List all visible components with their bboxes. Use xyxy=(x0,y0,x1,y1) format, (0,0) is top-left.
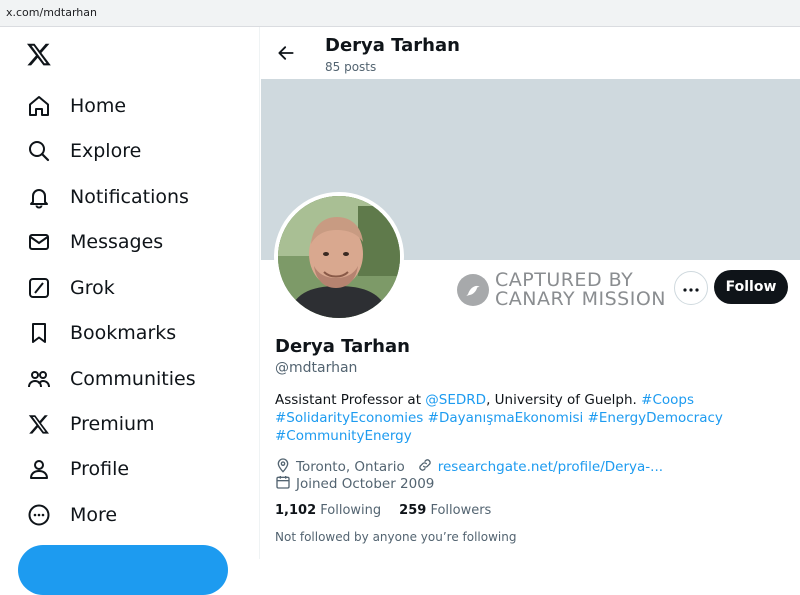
sidebar-item-notifications[interactable]: Notifications xyxy=(26,181,189,213)
x-logo-icon[interactable] xyxy=(26,41,56,71)
bio-text: Assistant Professor at xyxy=(275,392,426,408)
followers-link[interactable]: 259 Followers xyxy=(399,503,491,518)
sidebar-item-label: More xyxy=(70,504,118,526)
sidebar-item-label: Bookmarks xyxy=(70,322,177,344)
back-arrow-icon[interactable] xyxy=(276,43,296,63)
bookmark-icon xyxy=(26,320,52,346)
sidebar-item-grok[interactable]: Grok xyxy=(26,272,115,304)
sidebar-item-profile[interactable]: Profile xyxy=(26,453,129,485)
following-link[interactable]: 1,102 Following xyxy=(275,503,381,518)
sidebar-item-bookmarks[interactable]: Bookmarks xyxy=(26,317,176,349)
people-icon xyxy=(26,366,52,392)
avatar[interactable] xyxy=(274,192,404,322)
header-name: Derya Tarhan xyxy=(325,35,460,56)
person-icon xyxy=(26,456,52,482)
profile-header: Derya Tarhan 85 posts xyxy=(260,27,800,79)
grok-icon xyxy=(26,275,52,301)
following-label: Following xyxy=(320,503,382,518)
profile-joined-date: Joined October 2009 xyxy=(296,476,435,492)
sidebar-item-communities[interactable]: Communities xyxy=(26,363,196,395)
canary-bird-icon xyxy=(457,274,489,306)
bio-text: , University of Guelph. xyxy=(486,392,642,408)
more-circle-icon xyxy=(26,502,52,528)
profile-location: Toronto, Ontario xyxy=(296,459,405,475)
profile-website-link[interactable]: researchgate.net/profile/Derya-... xyxy=(438,459,663,475)
bio-mention-link[interactable]: @SEDRD xyxy=(425,392,486,408)
hashtag-link[interactable]: #CommunityEnergy xyxy=(275,428,412,444)
following-count: 1,102 xyxy=(275,503,317,518)
sidebar-item-label: Home xyxy=(70,95,127,117)
hashtag-link[interactable]: #EnergyDemocracy xyxy=(588,410,723,426)
ellipsis-icon xyxy=(683,279,699,297)
header-post-count: 85 posts xyxy=(325,60,377,74)
profile-handle: @mdtarhan xyxy=(275,360,358,376)
profile-name: Derya Tarhan xyxy=(275,336,410,357)
stamp-line-2: CANARY MISSION xyxy=(495,288,666,310)
sidebar-item-more[interactable]: More xyxy=(26,499,117,531)
sidebar-item-explore[interactable]: Explore xyxy=(26,135,141,167)
bell-icon xyxy=(26,184,52,210)
hashtag-link[interactable]: #SolidarityEconomies xyxy=(275,410,423,426)
sidebar-item-label: Communities xyxy=(70,368,196,390)
calendar-icon xyxy=(275,474,296,494)
sidebar-item-label: Explore xyxy=(70,140,142,162)
url-text[interactable]: x.com/mdtarhan xyxy=(6,6,97,19)
sidebar-item-label: Notifications xyxy=(70,186,189,208)
sidebar-item-label: Profile xyxy=(70,458,130,480)
x-logo-icon xyxy=(26,411,52,437)
envelope-icon xyxy=(26,229,52,255)
followers-label: Followers xyxy=(430,503,492,518)
sidebar-item-label: Grok xyxy=(70,277,115,299)
watermark-stamp: CAPTURED BY CANARY MISSION xyxy=(457,271,666,309)
hashtag-link[interactable]: #Coops xyxy=(641,392,694,408)
more-options-button[interactable] xyxy=(674,271,708,305)
sidebar-item-premium[interactable]: Premium xyxy=(26,408,155,440)
follow-button[interactable]: Follow xyxy=(714,270,788,304)
sidebar-item-messages[interactable]: Messages xyxy=(26,226,163,258)
browser-address-bar[interactable]: x.com/mdtarhan xyxy=(0,0,800,27)
hashtag-link[interactable]: #DayanışmaEkonomisi xyxy=(428,410,584,426)
sidebar-item-home[interactable]: Home xyxy=(26,90,126,122)
not-followed-notice: Not followed by anyone you’re following xyxy=(275,530,517,544)
profile-column: Derya Tarhan 85 posts CAPTURED BY CANARY… xyxy=(259,27,800,559)
home-icon xyxy=(26,93,52,119)
profile-bio: Assistant Professor at @SEDRD, Universit… xyxy=(275,391,790,445)
sidebar-item-label: Premium xyxy=(70,413,155,435)
profile-joined-row: Joined October 2009 xyxy=(275,474,434,494)
search-icon xyxy=(26,138,52,164)
sidebar-item-label: Messages xyxy=(70,231,164,253)
post-button[interactable] xyxy=(18,545,228,595)
sidebar: Home Explore Notifications Messages Grok… xyxy=(0,27,259,595)
profile-stats: 1,102 Following 259 Followers xyxy=(275,503,509,518)
followers-count: 259 xyxy=(399,503,427,518)
